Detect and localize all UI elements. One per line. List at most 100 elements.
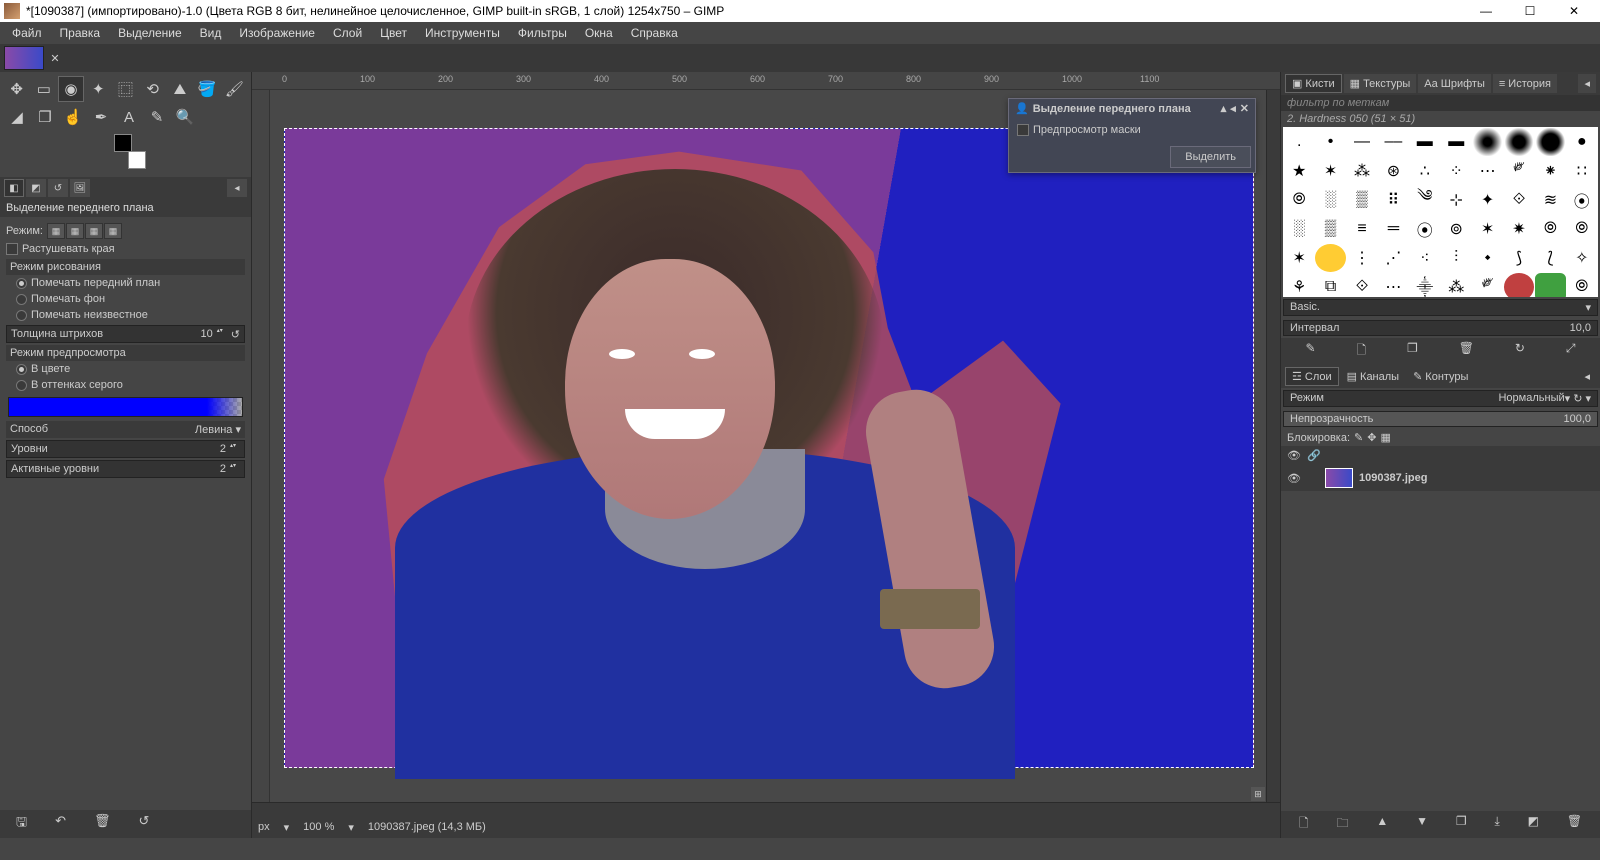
history-tab[interactable]: ≡История [1493, 74, 1557, 93]
menu-select[interactable]: Выделение [110, 24, 190, 42]
mode-replace-icon[interactable]: ▦ [47, 223, 65, 239]
brush-item[interactable]: ༄ [1410, 186, 1440, 214]
foreground-color[interactable] [114, 134, 132, 152]
brush-item[interactable] [1472, 128, 1502, 156]
tab-menu-icon[interactable]: ◂ [227, 179, 247, 197]
crop-tool-icon[interactable]: ⿴ [113, 76, 138, 102]
warp-tool-icon[interactable]: ⛰ [167, 76, 192, 102]
menu-tools[interactable]: Инструменты [417, 24, 508, 42]
brush-item[interactable]: ✶ [1315, 157, 1345, 185]
bucket-fill-tool-icon[interactable]: 🪣 [195, 76, 220, 102]
canvas[interactable]: 👤 Выделение переднего плана ▴ ◂ ✕ Предпр… [270, 90, 1266, 802]
menu-view[interactable]: Вид [192, 24, 230, 42]
brush-preset-dropdown[interactable]: Basic.▾ [1283, 299, 1598, 316]
draw-fg-radio[interactable] [16, 278, 27, 289]
lower-layer-icon[interactable]: ▼ [1416, 814, 1428, 835]
brush-item[interactable]: ▒ [1315, 215, 1345, 243]
brush-item[interactable]: ⁂ [1441, 273, 1471, 297]
background-color[interactable] [128, 151, 146, 169]
brushes-tab[interactable]: ▣Кисти [1285, 74, 1342, 93]
brush-item[interactable]: ✦ [1472, 186, 1502, 214]
color-swatches[interactable] [114, 134, 154, 169]
brush-item[interactable]: ∷ [1567, 157, 1597, 185]
brush-item[interactable]: ⦿ [1410, 215, 1440, 243]
new-group-icon[interactable]: 🗀 [1336, 814, 1348, 835]
fonts-tab[interactable]: AaШрифты [1418, 74, 1491, 93]
link-header-icon[interactable]: 🔗 [1307, 449, 1321, 462]
color-picker-tool-icon[interactable]: ✎ [144, 104, 170, 130]
delete-brush-icon[interactable]: 🗑 [1459, 341, 1474, 362]
brush-item[interactable]: ⸎ [1410, 273, 1440, 297]
rect-select-tool-icon[interactable]: ▭ [31, 76, 56, 102]
brush-item[interactable]: • [1315, 128, 1345, 156]
brush-item[interactable]: ⫶ [1441, 244, 1471, 272]
brush-item[interactable]: ⁘ [1441, 157, 1471, 185]
menu-color[interactable]: Цвет [372, 24, 415, 42]
navigation-icon[interactable]: ⊞ [1251, 787, 1265, 801]
tool-options-tab-icon[interactable]: ◧ [4, 179, 24, 197]
brush-item[interactable]: ▒ [1347, 186, 1377, 214]
brush-item[interactable]: ⁕ [1535, 157, 1565, 185]
brush-item[interactable]: ▬ [1410, 128, 1440, 156]
transform-tool-icon[interactable]: ⟲ [140, 76, 165, 102]
brush-item[interactable]: ⦾ [1535, 215, 1565, 243]
edit-brush-icon[interactable]: ✎ [1305, 341, 1315, 362]
foreground-select-dialog[interactable]: 👤 Выделение переднего плана ▴ ◂ ✕ Предпр… [1008, 98, 1256, 173]
smudge-tool-icon[interactable]: ☝ [60, 104, 86, 130]
clone-tool-icon[interactable]: ❐ [32, 104, 58, 130]
levels-slider[interactable]: Уровни 2 ▴▾ [6, 440, 245, 458]
layers-tab[interactable]: ☲Слои [1285, 367, 1339, 386]
brush-item[interactable]: ░ [1284, 215, 1314, 243]
layer-visibility-icon[interactable]: 👁 [1287, 472, 1301, 485]
restore-preset-icon[interactable]: ↶ [55, 813, 66, 835]
delete-layer-icon[interactable]: 🗑 [1567, 814, 1582, 835]
zoom-dropdown[interactable]: 100 % [303, 821, 334, 833]
brush-item[interactable]: ✶ [1472, 215, 1502, 243]
brush-item[interactable]: ⠿ [1378, 186, 1408, 214]
preview-color-radio[interactable] [16, 364, 27, 375]
brush-spacing-slider[interactable]: Интервал 10,0 [1283, 320, 1598, 336]
layer-row[interactable]: 👁 1090387.jpeg [1281, 465, 1600, 491]
images-tab-icon[interactable]: 🖼 [70, 179, 90, 197]
foreground-select-tool-icon[interactable]: ◉ [58, 76, 83, 102]
brush-item[interactable]: ═ [1378, 215, 1408, 243]
brush-item[interactable]: . [1284, 128, 1314, 156]
path-tool-icon[interactable]: ✒ [88, 104, 114, 130]
lock-pixels-icon[interactable]: ✎ [1354, 431, 1363, 444]
brush-item[interactable]: ⁂ [1347, 157, 1377, 185]
brush-item[interactable]: ⚘ [1284, 273, 1314, 297]
text-tool-icon[interactable]: A [116, 104, 142, 130]
unit-dropdown[interactable]: px [258, 821, 270, 833]
brush-item[interactable]: ▬ [1441, 128, 1471, 156]
brush-item[interactable]: ⊛ [1378, 157, 1408, 185]
brush-item[interactable]: ⋯ [1378, 273, 1408, 297]
brush-item[interactable]: ⦾ [1567, 273, 1597, 297]
merge-down-icon[interactable]: ⤓ [1494, 814, 1499, 835]
paths-tab[interactable]: ✎Контуры [1407, 367, 1474, 386]
mode-add-icon[interactable]: ▦ [66, 223, 84, 239]
horizontal-ruler[interactable]: 0 100 200 300 400 500 600 700 800 900 10… [252, 72, 1280, 90]
brush-item[interactable]: ⦾ [1567, 215, 1597, 243]
menu-file[interactable]: Файл [4, 24, 50, 42]
brush-item[interactable]: ⟅ [1535, 244, 1565, 272]
brush-item[interactable]: ⋯ [1472, 157, 1502, 185]
dialog-menu-icon[interactable]: ◂ [1230, 102, 1236, 115]
menu-filters[interactable]: Фильтры [510, 24, 575, 42]
duplicate-layer-icon[interactable]: ❐ [1456, 814, 1467, 835]
draw-bg-radio[interactable] [16, 294, 27, 305]
zoom-tool-icon[interactable]: 🔍 [172, 104, 198, 130]
device-status-tab-icon[interactable]: ◩ [26, 179, 46, 197]
maximize-button[interactable]: ☐ [1508, 0, 1552, 22]
brush-item[interactable]: ● [1567, 128, 1597, 156]
layer-name[interactable]: 1090387.jpeg [1359, 472, 1428, 484]
brush-item[interactable]: ★ [1284, 157, 1314, 185]
active-levels-slider[interactable]: Активные уровни 2 ▴▾ [6, 460, 245, 478]
layer-thumbnail[interactable] [1325, 468, 1353, 488]
vertical-ruler[interactable] [252, 90, 270, 802]
brush-item[interactable]: ✷ [1504, 215, 1534, 243]
brush-item[interactable]: ≋ [1535, 186, 1565, 214]
dialog-detach-icon[interactable]: ▴ [1221, 102, 1227, 115]
brush-item[interactable]: ✶ [1284, 244, 1314, 272]
brush-item[interactable] [1535, 128, 1565, 156]
duplicate-brush-icon[interactable]: ❐ [1407, 341, 1418, 362]
